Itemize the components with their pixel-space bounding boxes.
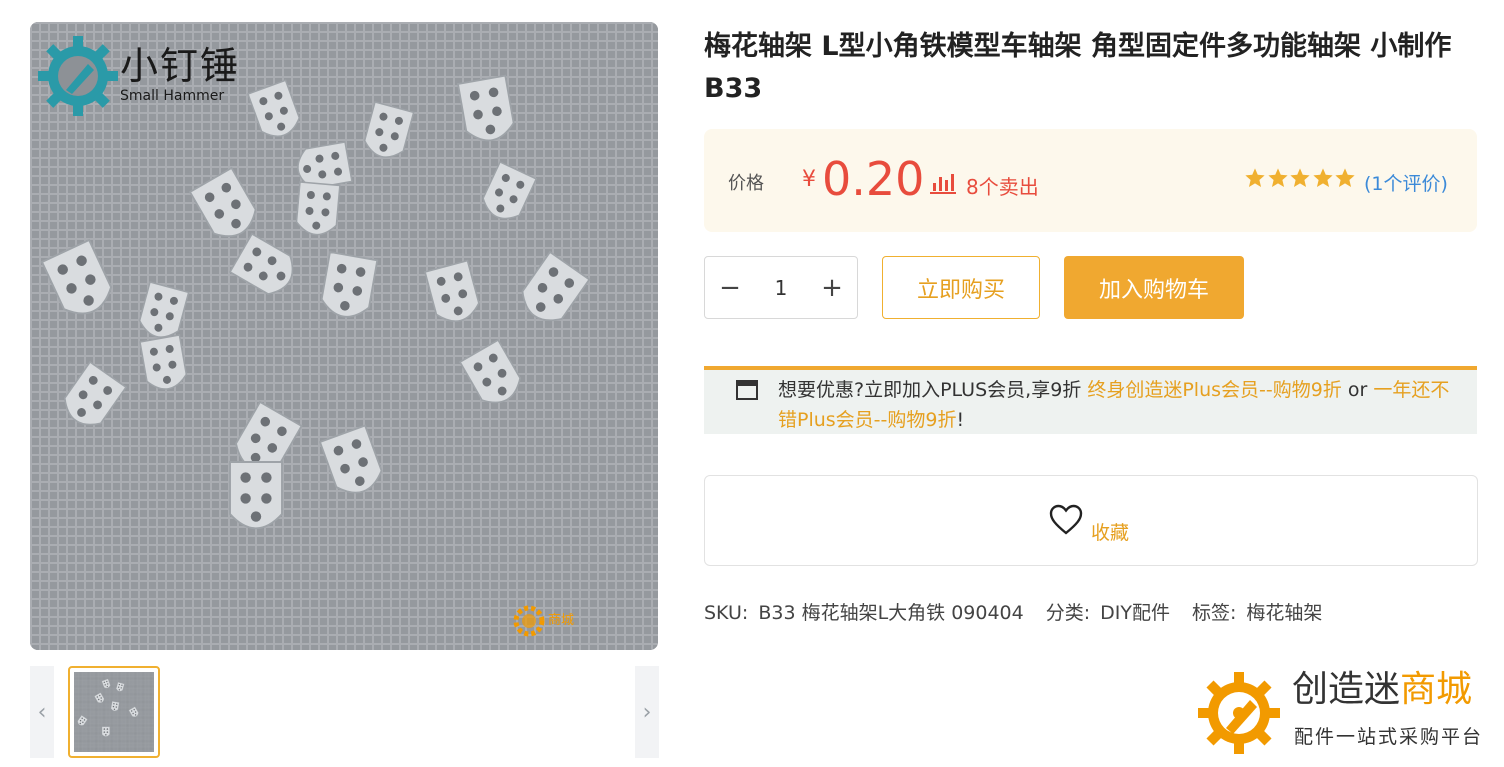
sku-value: B33 梅花轴架L大角铁 090404: [758, 602, 1024, 624]
gear-icon: [38, 36, 118, 116]
promo-text: 想要优惠?立即加入PLUS会员,享9折 终身创造迷Plus会员--购物9折 or…: [778, 375, 1468, 435]
sku-label: SKU:: [704, 602, 749, 624]
thumbnail-strip: ‹ ›: [30, 666, 659, 758]
price-currency: ¥: [802, 167, 816, 192]
price-box: 价格 ¥ 0.20 8个卖出 (1个评价): [704, 129, 1477, 232]
site-gear-icon: [1198, 672, 1280, 754]
add-to-cart-button[interactable]: 加入购物车: [1064, 256, 1244, 319]
product-title: 梅花轴架 L型小角铁模型车轴架 角型固定件多功能轴架 小制作B33: [704, 31, 1452, 104]
category-link[interactable]: DIY配件: [1100, 602, 1170, 624]
star-icon: [1312, 168, 1333, 187]
sold-count: 8个卖出: [966, 175, 1039, 199]
watermark-shop-text: 商城: [548, 613, 575, 628]
quantity-stepper: − 1 +: [704, 256, 858, 319]
thumb-next-button[interactable]: ›: [635, 666, 659, 758]
favorite-button[interactable]: 收藏: [704, 475, 1478, 566]
tag-label: 标签:: [1192, 602, 1237, 624]
product-main-image[interactable]: 小钉锤 Small Hammer 商城: [30, 22, 658, 650]
brand-text: 小钉锤 Small Hammer: [120, 46, 240, 104]
quantity-plus-button[interactable]: +: [807, 257, 857, 318]
thumb-prev-button[interactable]: ‹: [30, 666, 54, 758]
promo-intro: 想要优惠?立即加入PLUS会员,享9折: [778, 379, 1088, 401]
image-watermark: 商城: [512, 604, 574, 638]
sales-chart-icon: [930, 174, 956, 194]
plus-promo-banner: 想要优惠?立即加入PLUS会员,享9折 终身创造迷Plus会员--购物9折 or…: [704, 366, 1477, 434]
rating-stars: [1244, 167, 1357, 189]
star-icon: [1335, 168, 1355, 187]
card-icon: [736, 380, 758, 400]
category-label: 分类:: [1045, 602, 1091, 624]
favorite-label: 收藏: [1091, 522, 1130, 544]
product-page: 小钉锤 Small Hammer 商城 ‹ › 梅花轴架 L型小角铁模型车轴架 …: [0, 0, 1504, 767]
product-meta: SKU: B33 梅花轴架L大角铁 090404 分类: DIY配件 标签: 梅花轴架: [704, 598, 1332, 625]
watermark-gear-icon: [513, 605, 545, 637]
thumbnail-item[interactable]: [68, 666, 160, 758]
brand-logo: 小钉锤 Small Hammer: [36, 34, 240, 118]
thumbnail-image: [74, 672, 154, 752]
star-icon: [1245, 168, 1265, 187]
brand-name-en: Small Hammer: [120, 88, 225, 104]
site-name-accent: 商城: [1400, 669, 1473, 710]
brand-name-cn: 小钉锤: [120, 44, 241, 88]
quantity-minus-button[interactable]: −: [705, 257, 755, 318]
site-name-main: 创造迷: [1292, 669, 1401, 710]
site-logo[interactable]: 创造迷商城 配件一站式采购平台: [1196, 668, 1496, 760]
promo-or: or: [1341, 379, 1374, 401]
buy-now-button[interactable]: 立即购买: [882, 256, 1040, 319]
star-icon: [1267, 168, 1288, 187]
reviews-link[interactable]: (1个评价): [1364, 169, 1448, 196]
price-value: 0.20: [822, 152, 925, 206]
site-slogan: 配件一站式采购平台: [1294, 726, 1484, 748]
site-name: 创造迷商城: [1292, 668, 1472, 712]
price-label: 价格: [728, 173, 764, 194]
thumbnail-photo: [74, 672, 154, 752]
promo-end: !: [956, 409, 965, 431]
promo-lifetime-link[interactable]: 终身创造迷Plus会员--购物9折: [1087, 379, 1341, 401]
star-icon: [1290, 168, 1310, 187]
quantity-input[interactable]: 1: [755, 276, 807, 300]
heart-icon: [1049, 504, 1083, 535]
tag-link[interactable]: 梅花轴架: [1246, 602, 1322, 624]
